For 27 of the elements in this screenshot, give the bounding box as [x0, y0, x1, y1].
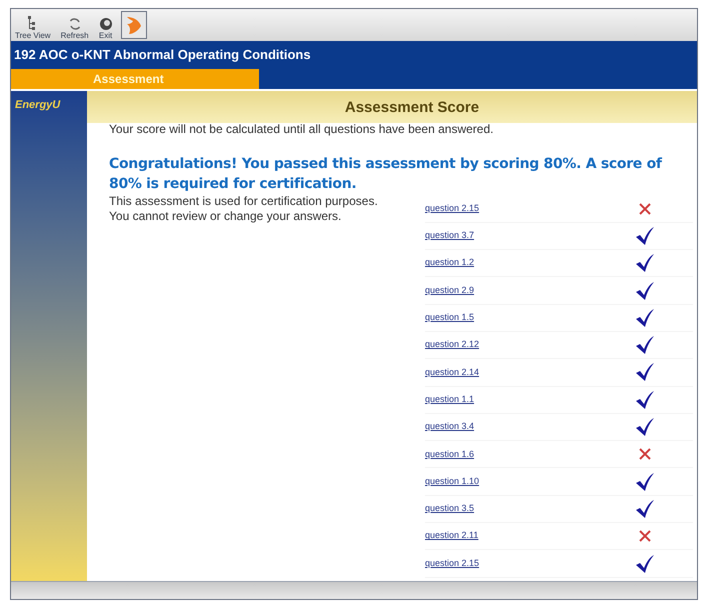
result-message: Congratulations! You passed this assessment by scoring 80%. A score of 80% is required for certification.	[109, 154, 664, 194]
question-link[interactable]: question 3.4	[425, 420, 625, 434]
refresh-button[interactable]: Refresh	[58, 17, 91, 40]
question-link[interactable]: question 2.15	[425, 202, 625, 216]
info-text: This assessment is used for certification purposes. You cannot review or change your answers.	[109, 194, 379, 224]
question-link[interactable]: question 2.11	[425, 529, 625, 543]
question-link[interactable]: question 1.5	[425, 311, 625, 325]
question-link[interactable]: question 1.6	[425, 448, 625, 462]
page-title: Assessment Score	[344, 98, 480, 118]
tree-button[interactable]: Tree View	[13, 15, 53, 40]
question-link[interactable]: question 3.7	[425, 229, 625, 243]
notice-text: Your score will not be calculated until all questions have been answered.	[109, 120, 494, 138]
question-link[interactable]: question 3.5	[425, 502, 625, 516]
refresh-icon	[68, 17, 82, 31]
course-title: 192 AOC o-KNT Abnormal Operating Conditions	[13, 46, 312, 64]
exit-button[interactable]: Exit	[96, 17, 115, 40]
brand-logo: EnergyU	[14, 98, 62, 112]
question-link[interactable]: question 2.12	[425, 338, 625, 352]
logo-button[interactable]	[120, 11, 147, 39]
exit-icon	[98, 17, 113, 31]
question-link[interactable]: question 1.2	[425, 256, 625, 270]
question-link[interactable]: question 2.15	[425, 556, 625, 570]
question-link[interactable]: question 2.14	[425, 366, 625, 380]
bird-logo-icon	[124, 15, 143, 35]
question-link[interactable]: question 1.1	[425, 392, 625, 406]
question-link[interactable]: question 1.10	[425, 474, 625, 488]
question-link[interactable]: question 2.9	[425, 284, 625, 298]
